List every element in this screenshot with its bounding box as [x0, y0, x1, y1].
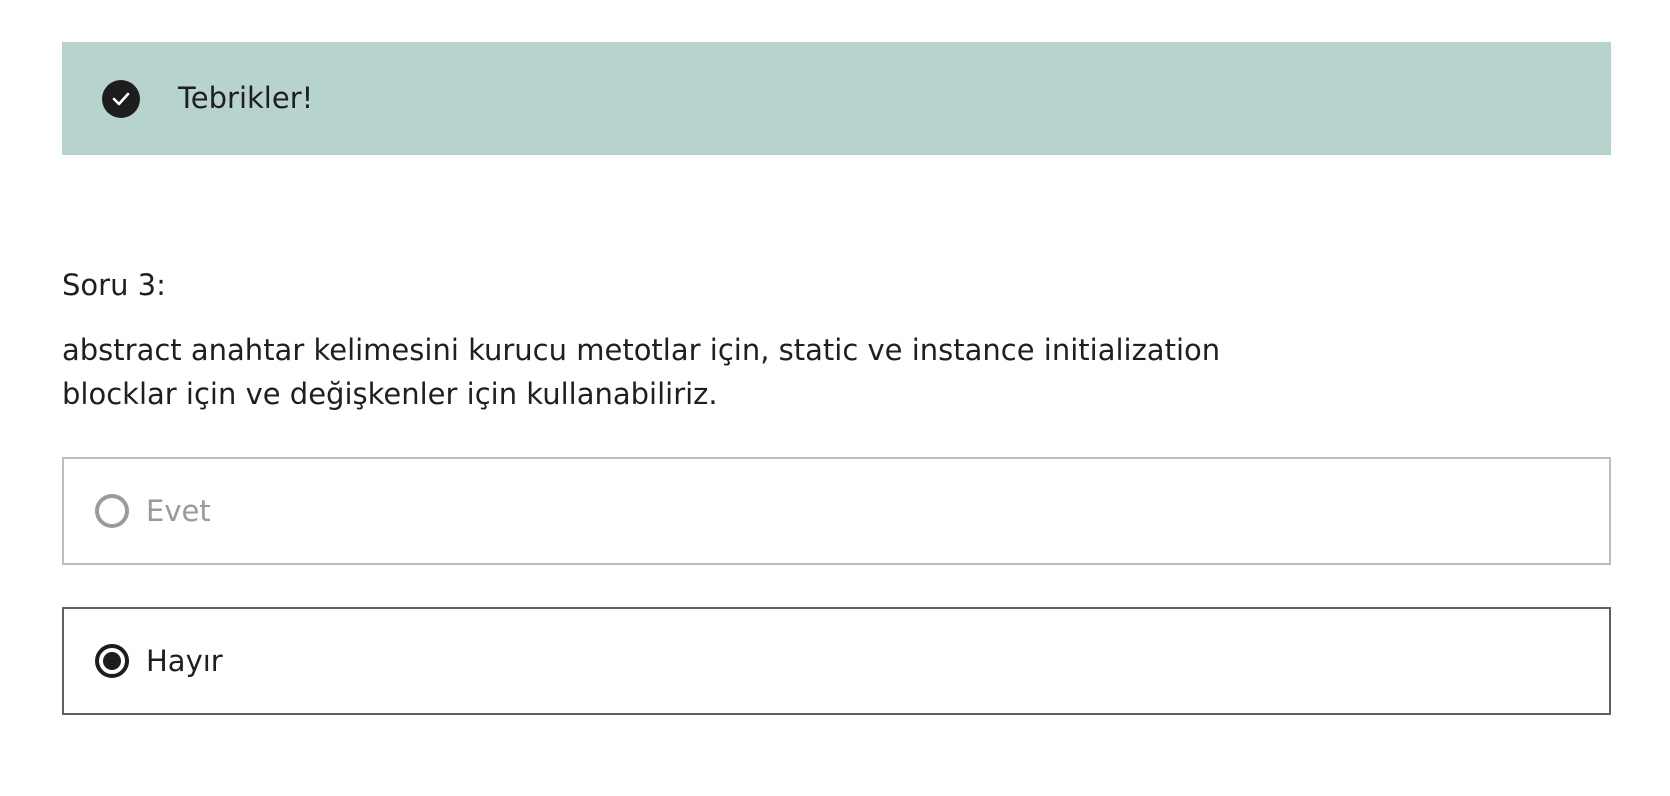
radio-button-selected[interactable]: [95, 644, 129, 678]
radio-button-unselected[interactable]: [95, 494, 129, 528]
answer-option-label: Evet: [146, 494, 211, 528]
answer-option-evet[interactable]: Evet: [62, 457, 1611, 565]
question-number: Soru 3:: [62, 268, 166, 302]
quiz-page: Tebrikler! Soru 3: abstract anahtar keli…: [0, 0, 1670, 796]
answer-option-hayir[interactable]: Hayır: [62, 607, 1611, 715]
check-circle-icon: [102, 80, 140, 118]
success-alert: Tebrikler!: [62, 42, 1611, 155]
success-message: Tebrikler!: [178, 81, 314, 115]
question-text: abstract anahtar kelimesini kurucu metot…: [62, 333, 1221, 411]
answer-option-label: Hayır: [146, 644, 223, 678]
